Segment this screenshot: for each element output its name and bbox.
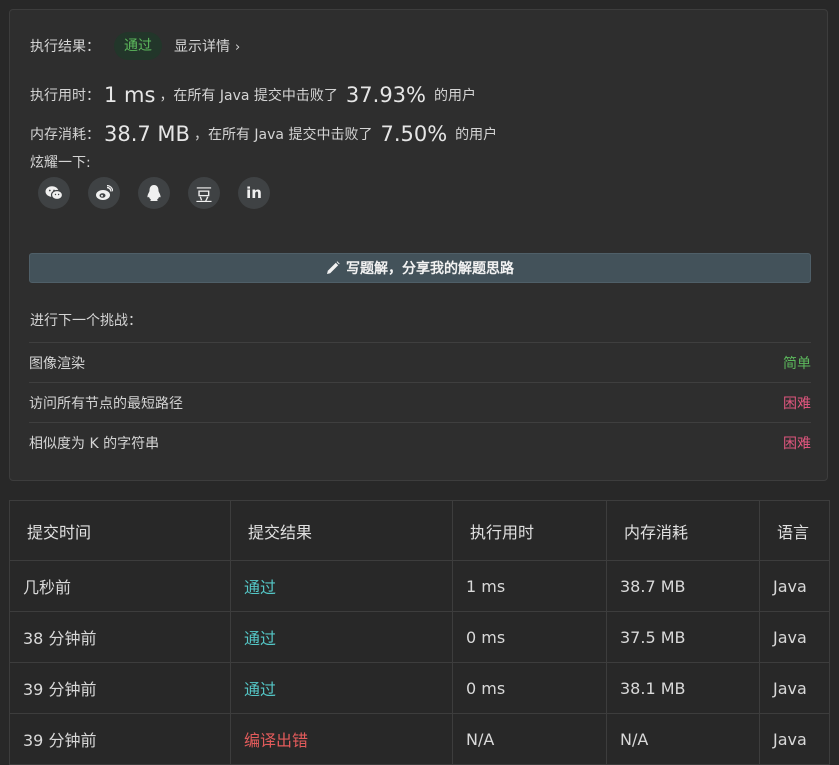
wechat-icon[interactable]	[38, 177, 70, 209]
challenge-item[interactable]: 图像渲染 简单	[29, 342, 811, 382]
difficulty-badge: 简单	[783, 355, 811, 372]
difficulty-badge: 困难	[783, 395, 811, 412]
show-details-link[interactable]: 显示详情 ›	[174, 36, 240, 56]
cell-memory: N/A	[606, 713, 760, 765]
cell-submit-time: 38 分钟前	[9, 611, 231, 663]
header-runtime: 执行用时	[452, 500, 607, 561]
cell-language: Java	[759, 560, 830, 612]
runtime-suffix: 的用户	[434, 88, 476, 104]
header-memory: 内存消耗	[606, 500, 760, 561]
next-challenge-list: 图像渲染 简单 访问所有节点的最短路径 困难 相似度为 K 的字符串 困难	[29, 342, 811, 462]
linkedin-glyph: in	[246, 184, 262, 202]
runtime-value: 1 ms	[104, 83, 156, 107]
write-solution-label: 写题解，分享我的解题思路	[346, 261, 514, 277]
status-badge: 通过	[114, 32, 162, 60]
cell-runtime: 1 ms	[452, 560, 607, 612]
submissions-table: 提交时间 提交结果 执行用时 内存消耗 语言 几秒前 通过 1 ms 38.7 …	[9, 500, 830, 765]
header-submit-time: 提交时间	[9, 500, 231, 561]
cell-memory: 38.1 MB	[606, 662, 760, 714]
cell-submit-time: 几秒前	[9, 560, 231, 612]
table-row: 几秒前 通过 1 ms 38.7 MB Java	[9, 560, 830, 612]
cell-memory: 37.5 MB	[606, 611, 760, 663]
next-challenge-label: 进行下一个挑战：	[30, 313, 142, 329]
cell-result-link[interactable]: 通过	[230, 611, 453, 663]
memory-value: 38.7 MB	[104, 122, 190, 146]
show-details-label: 显示详情	[174, 39, 230, 55]
qq-icon[interactable]	[138, 177, 170, 209]
douban-icon[interactable]: 豆	[188, 177, 220, 209]
chevron-right-icon: ›	[235, 40, 241, 55]
cell-language: Java	[759, 713, 830, 765]
challenge-item[interactable]: 相似度为 K 的字符串 困难	[29, 422, 811, 462]
memory-middle-text: ，在所有 Java 提交中击败了	[193, 127, 373, 143]
cell-language: Java	[759, 611, 830, 663]
runtime-percent: 37.93%	[345, 83, 426, 107]
result-label: 执行结果：	[30, 39, 100, 55]
write-solution-button[interactable]: 写题解，分享我的解题思路	[29, 253, 811, 283]
table-row: 39 分钟前 编译出错 N/A N/A Java	[9, 713, 830, 765]
cell-memory: 38.7 MB	[606, 560, 760, 612]
challenge-item[interactable]: 访问所有节点的最短路径 困难	[29, 382, 811, 422]
douban-glyph: 豆	[195, 185, 213, 206]
table-row: 38 分钟前 通过 0 ms 37.5 MB Java	[9, 611, 830, 663]
challenge-title: 访问所有节点的最短路径	[29, 395, 183, 412]
memory-percent: 7.50%	[380, 122, 448, 146]
cell-runtime: N/A	[452, 713, 607, 765]
cell-result-link[interactable]: 通过	[230, 560, 453, 612]
cell-result-link[interactable]: 编译出错	[230, 713, 453, 765]
cell-language: Java	[759, 662, 830, 714]
challenge-title: 图像渲染	[29, 355, 85, 372]
cell-runtime: 0 ms	[452, 611, 607, 663]
result-row: 执行结果： 通过 显示详情 ›	[30, 32, 240, 60]
table-header-row: 提交时间 提交结果 执行用时 内存消耗 语言	[9, 500, 830, 561]
submission-result-card: 执行结果： 通过 显示详情 › 执行用时： 1 ms ，在所有 Java 提交中击…	[9, 9, 828, 481]
cell-submit-time: 39 分钟前	[9, 662, 231, 714]
share-label: 炫耀一下:	[30, 155, 91, 171]
cell-runtime: 0 ms	[452, 662, 607, 714]
header-language: 语言	[759, 500, 830, 561]
share-icons: 豆 in	[38, 177, 270, 209]
weibo-icon[interactable]	[88, 177, 120, 209]
runtime-middle-text: ，在所有 Java 提交中击败了	[159, 88, 338, 104]
cell-submit-time: 39 分钟前	[9, 713, 231, 765]
memory-label: 内存消耗：	[30, 127, 100, 143]
table-row: 39 分钟前 通过 0 ms 38.1 MB Java	[9, 662, 830, 714]
linkedin-icon[interactable]: in	[238, 177, 270, 209]
memory-row: 内存消耗： 38.7 MB ，在所有 Java 提交中击败了 7.50% 的用户	[30, 120, 497, 148]
cell-result-link[interactable]: 通过	[230, 662, 453, 714]
runtime-label: 执行用时：	[30, 88, 100, 104]
pencil-icon	[327, 261, 340, 274]
runtime-row: 执行用时： 1 ms ，在所有 Java 提交中击败了 37.93% 的用户	[30, 81, 476, 109]
memory-suffix: 的用户	[455, 127, 498, 143]
difficulty-badge: 困难	[783, 435, 811, 452]
header-submit-result: 提交结果	[230, 500, 453, 561]
challenge-title: 相似度为 K 的字符串	[29, 435, 160, 452]
